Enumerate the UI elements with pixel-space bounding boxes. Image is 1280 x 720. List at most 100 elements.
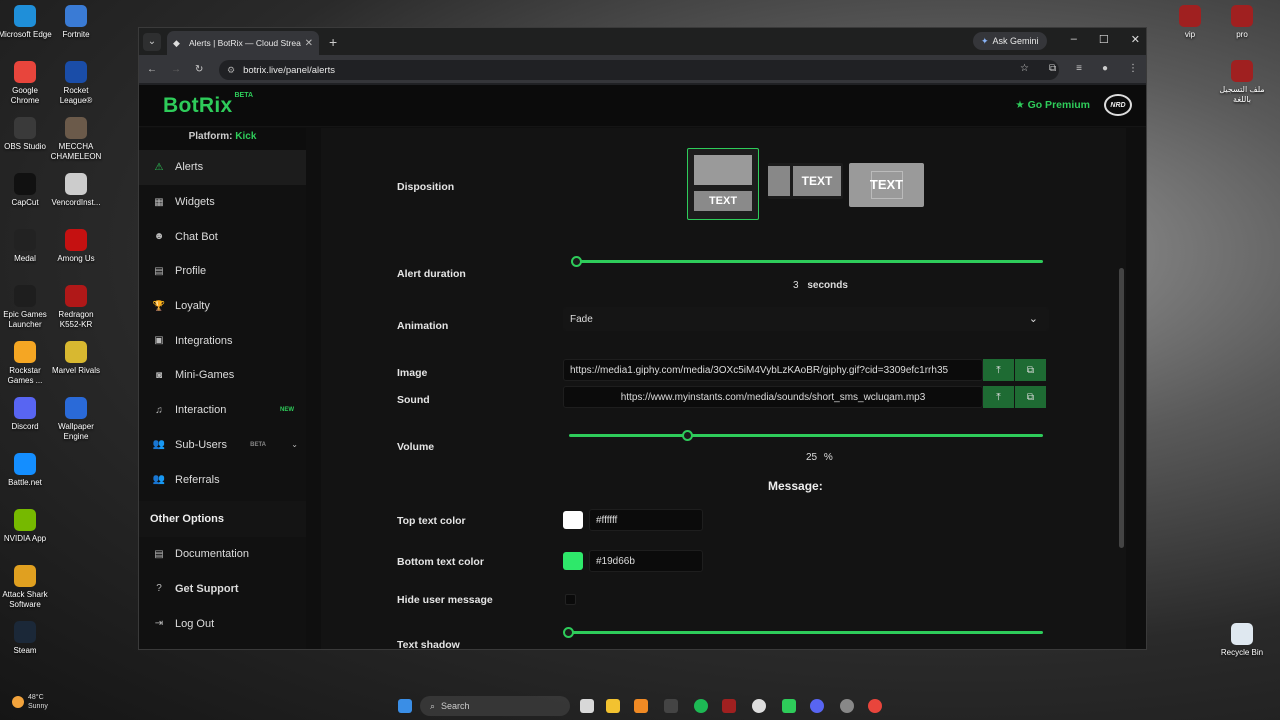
spotify-icon[interactable]	[694, 699, 708, 713]
chevron-down-icon[interactable]: ⌄	[291, 440, 298, 449]
discord-icon[interactable]	[810, 699, 824, 713]
botrix-icon[interactable]	[782, 699, 796, 713]
sidebar-item-referrals[interactable]: 👥 Referrals	[139, 462, 306, 497]
desktop-shortcut[interactable]: Medal	[0, 229, 53, 264]
desktop-shortcut-label: OBS Studio	[4, 142, 46, 151]
file-explorer-icon[interactable]	[606, 699, 620, 713]
top-text-color-input[interactable]: #ffffff	[589, 509, 703, 531]
disposition-option-overlay[interactable]: TEXT	[849, 163, 924, 207]
app-icon[interactable]	[634, 699, 648, 713]
sidebar-item-profile[interactable]: ▤ Profile	[139, 254, 306, 289]
desktop-shortcut[interactable]: vip	[1162, 5, 1218, 40]
botrix-logo[interactable]: BotRix	[163, 94, 232, 118]
close-window-icon[interactable]: ✕	[1131, 33, 1140, 46]
app-icon[interactable]	[664, 699, 678, 713]
taskbar-search[interactable]: ⌕ Search	[420, 696, 570, 716]
recycle-bin-icon[interactable]: Recycle Bin	[1214, 623, 1270, 658]
menu-icon[interactable]: ⋮	[1128, 63, 1138, 74]
sidebar-item-documentation[interactable]: ▤ Documentation	[139, 537, 306, 572]
new-tab-button[interactable]: +	[329, 34, 337, 50]
sound-url-input[interactable]: https://www.myinstants.com/media/sounds/…	[563, 386, 983, 408]
image-upload-button[interactable]: ⤒	[983, 359, 1014, 381]
desktop-shortcut[interactable]: Google Chrome	[0, 61, 53, 106]
task-view-icon[interactable]	[580, 699, 594, 713]
desktop-shortcut[interactable]: Microsoft Edge	[0, 5, 53, 40]
close-tab-icon[interactable]: ✕	[305, 38, 313, 49]
text-shadow-slider-track[interactable]	[569, 631, 1043, 634]
desktop-shortcut[interactable]: Redragon K552-KR	[48, 285, 104, 330]
app-icon[interactable]	[722, 699, 736, 713]
desktop-shortcut[interactable]: Epic Games Launcher	[0, 285, 53, 330]
volume-slider-thumb[interactable]	[681, 430, 693, 441]
desktop-shortcut[interactable]: Battle.net	[0, 453, 53, 488]
upload-icon: ⤒	[996, 391, 1001, 403]
desktop-shortcut[interactable]: MECCHA CHAMELEON	[48, 117, 104, 162]
back-icon[interactable]: ←	[147, 64, 157, 75]
url-input[interactable]: ⚙ botrix.live/panel/alerts	[219, 60, 1059, 80]
desktop-shortcut[interactable]: Wallpaper Engine	[48, 397, 104, 442]
media-icon[interactable]: ≡	[1076, 63, 1082, 74]
desktop-shortcut[interactable]: Among Us	[48, 229, 104, 264]
desktop-shortcut[interactable]: Steam	[0, 621, 53, 656]
desktop-shortcut[interactable]: Fortnite	[48, 5, 104, 40]
desktop-shortcut[interactable]: Discord	[0, 397, 53, 432]
windows-start-icon[interactable]	[398, 699, 412, 713]
desktop-shortcut[interactable]: Rocket League®	[48, 61, 104, 106]
sidebar-item-log-out[interactable]: ⇥ Log Out	[139, 606, 306, 641]
ask-gemini-button[interactable]: ✦ Ask Gemini	[973, 32, 1047, 50]
sidebar-item-label: Loyalty	[175, 300, 210, 313]
bookmark-star-icon[interactable]: ☆	[1020, 63, 1029, 74]
disposition-option-stacked[interactable]: TEXT	[687, 148, 759, 220]
alert-duration-slider-track[interactable]	[577, 260, 1043, 263]
alert-duration-slider-thumb[interactable]	[571, 256, 582, 267]
profile-avatar-icon[interactable]: ●	[1102, 63, 1108, 74]
desktop-shortcut[interactable]: CapCut	[0, 173, 53, 208]
sidebar-item-sub-users[interactable]: 👥 Sub-Users BETA ⌄	[139, 428, 306, 463]
sidebar-item-widgets[interactable]: ▦ Widgets	[139, 185, 306, 220]
top-text-color-swatch[interactable]	[563, 511, 583, 529]
desktop-shortcut[interactable]: Rockstar Games ...	[0, 341, 53, 386]
image-library-button[interactable]: ⧉	[1015, 359, 1046, 381]
steam-icon[interactable]	[752, 699, 766, 713]
volume-slider-track[interactable]	[569, 434, 1043, 437]
desktop-shortcut[interactable]: Marvel Rivals	[48, 341, 104, 376]
sidebar-item-interaction[interactable]: ♫ Interaction NEW	[139, 393, 306, 428]
sidebar-item-chat-bot[interactable]: ☻ Chat Bot	[139, 219, 306, 254]
sidebar-item-get-support[interactable]: ? Get Support	[139, 572, 306, 607]
chrome-icon[interactable]	[868, 699, 882, 713]
page-scrollbar[interactable]	[1119, 268, 1124, 548]
desktop-shortcut[interactable]: Attack Shark Software	[0, 565, 53, 610]
obs-icon[interactable]	[840, 699, 854, 713]
sidebar-item-alerts[interactable]: ⚠ Alerts	[139, 150, 306, 185]
maximize-icon[interactable]: ☐	[1099, 33, 1109, 46]
bottom-text-color-swatch[interactable]	[563, 552, 583, 570]
app-icon	[14, 61, 36, 83]
sidebar-item-label: Profile	[175, 265, 207, 278]
sidebar-item-mini-games[interactable]: ◙ Mini-Games	[139, 358, 306, 393]
sound-upload-button[interactable]: ⤒	[983, 386, 1014, 408]
image-url-value: https://media1.giphy.com/media/3OXc5iM4V…	[570, 364, 949, 376]
disposition-option-side[interactable]: TEXT	[768, 163, 843, 199]
desktop-shortcut[interactable]: pro	[1214, 5, 1270, 40]
site-info-icon[interactable]: ⚙	[227, 65, 235, 76]
sidebar-item-integrations[interactable]: ▣ Integrations	[139, 323, 306, 358]
go-premium-button[interactable]: ★ Go Premium	[1015, 99, 1090, 111]
forward-icon[interactable]: →	[171, 64, 181, 75]
desktop-shortcut[interactable]: ملف التسجيل باللغة	[1214, 60, 1270, 105]
desktop-shortcut[interactable]: OBS Studio	[0, 117, 53, 152]
reload-icon[interactable]: ↻	[195, 64, 203, 75]
hide-user-message-checkbox[interactable]	[565, 594, 576, 605]
user-avatar[interactable]: NRD	[1104, 94, 1132, 116]
sidebar-item-loyalty[interactable]: 🏆 Loyalty	[139, 289, 306, 324]
minimize-icon[interactable]: –	[1071, 33, 1077, 46]
desktop-shortcut[interactable]: NVIDIA App	[0, 509, 53, 544]
active-tab[interactable]: ◆ Alerts | BotRix — Cloud Stream... ✕	[167, 31, 319, 55]
sound-library-button[interactable]: ⧉	[1015, 386, 1046, 408]
image-url-input[interactable]: https://media1.giphy.com/media/3OXc5iM4V…	[563, 359, 983, 381]
extensions-icon[interactable]: ⧉	[1049, 63, 1056, 74]
bottom-text-color-input[interactable]: #19d66b	[589, 550, 703, 572]
animation-select[interactable]: Fade ⌄	[563, 307, 1049, 331]
tab-search-button[interactable]: ⌄	[143, 32, 161, 51]
text-shadow-slider-thumb[interactable]	[563, 627, 574, 638]
desktop-shortcut[interactable]: VencordInst...	[48, 173, 104, 208]
